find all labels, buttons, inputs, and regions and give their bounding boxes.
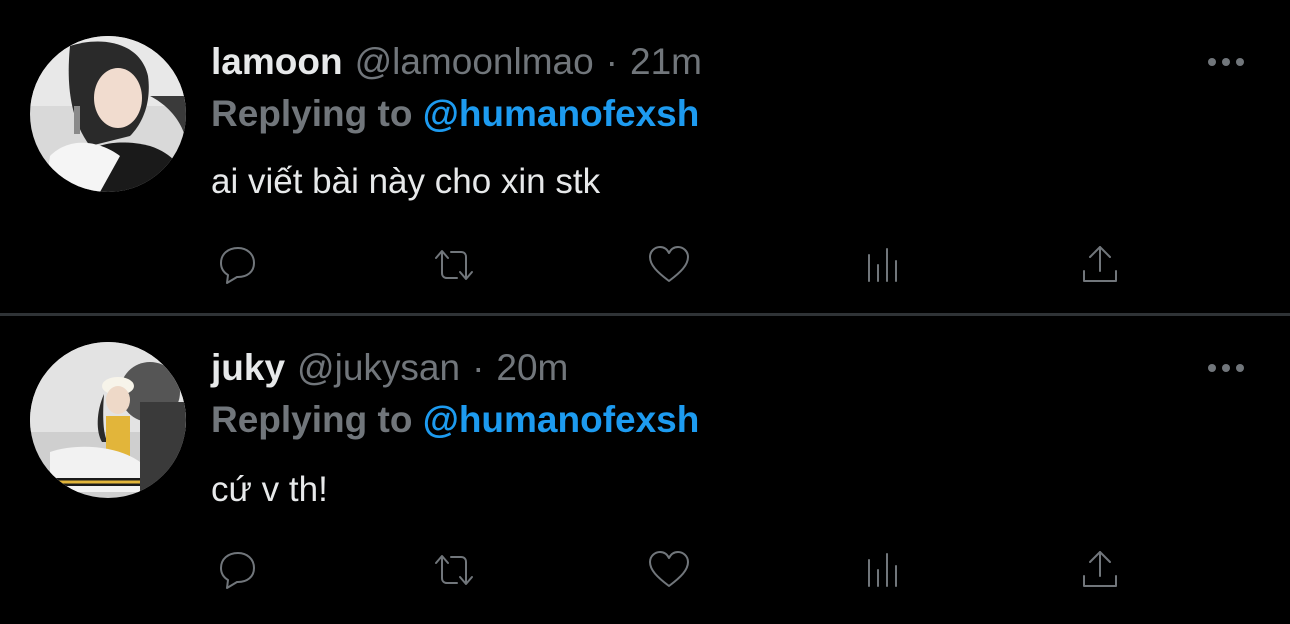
retweet-button[interactable]: [426, 542, 482, 598]
tweet-actions: [0, 237, 1290, 293]
replying-to: Replying to @humanofexsh: [211, 92, 699, 136]
replying-to-label: Replying to: [211, 399, 413, 440]
share-icon: [1083, 246, 1117, 282]
user-handle[interactable]: @jukysan: [297, 346, 460, 390]
replying-to-label: Replying to: [211, 93, 413, 134]
avatar[interactable]: [30, 342, 186, 498]
analytics-button[interactable]: [857, 237, 913, 293]
analytics-icon: [868, 553, 897, 587]
share-button[interactable]: [1072, 542, 1128, 598]
tweet-actions: [0, 542, 1290, 598]
reply-icon: [220, 552, 255, 589]
replying-to-handle[interactable]: @humanofexsh: [423, 93, 700, 134]
retweet-icon: [435, 250, 473, 280]
replying-to: Replying to @humanofexsh: [211, 398, 699, 442]
tweet-text: ai viết bài này cho xin stk: [211, 162, 601, 201]
display-name[interactable]: juky: [211, 346, 285, 390]
avatar-image: [30, 342, 186, 498]
user-handle[interactable]: @lamoonlmao: [355, 40, 594, 84]
more-dots-icon[interactable]: [1204, 358, 1248, 378]
heart-icon: [649, 551, 689, 587]
display-name[interactable]: lamoon: [211, 40, 343, 84]
tweet-header: lamoon @lamoonlmao · 21m: [211, 40, 702, 84]
share-icon: [1083, 551, 1117, 587]
reply-icon: [220, 247, 255, 284]
separator: ·: [472, 347, 485, 388]
analytics-icon: [868, 248, 897, 282]
tweet-header: juky @jukysan · 20m: [211, 346, 568, 390]
reply-button[interactable]: [209, 237, 265, 293]
tweet[interactable]: lamoon @lamoonlmao · 21m Replying to @hu…: [0, 0, 1290, 314]
timestamp[interactable]: 20m: [496, 346, 568, 390]
analytics-button[interactable]: [857, 542, 913, 598]
reply-button[interactable]: [209, 542, 265, 598]
avatar-image: [30, 36, 186, 192]
like-button[interactable]: [641, 237, 697, 293]
heart-icon: [649, 246, 689, 282]
tweet-text: cứ v th!: [211, 470, 328, 509]
share-button[interactable]: [1072, 237, 1128, 293]
retweet-button[interactable]: [426, 237, 482, 293]
timestamp[interactable]: 21m: [630, 40, 702, 84]
avatar[interactable]: [30, 36, 186, 192]
retweet-icon: [435, 555, 473, 585]
like-button[interactable]: [641, 542, 697, 598]
more-dots-icon[interactable]: [1204, 52, 1248, 72]
separator: ·: [605, 41, 618, 82]
replying-to-handle[interactable]: @humanofexsh: [423, 399, 700, 440]
tweet[interactable]: juky @jukysan · 20m Replying to @humanof…: [0, 316, 1290, 624]
